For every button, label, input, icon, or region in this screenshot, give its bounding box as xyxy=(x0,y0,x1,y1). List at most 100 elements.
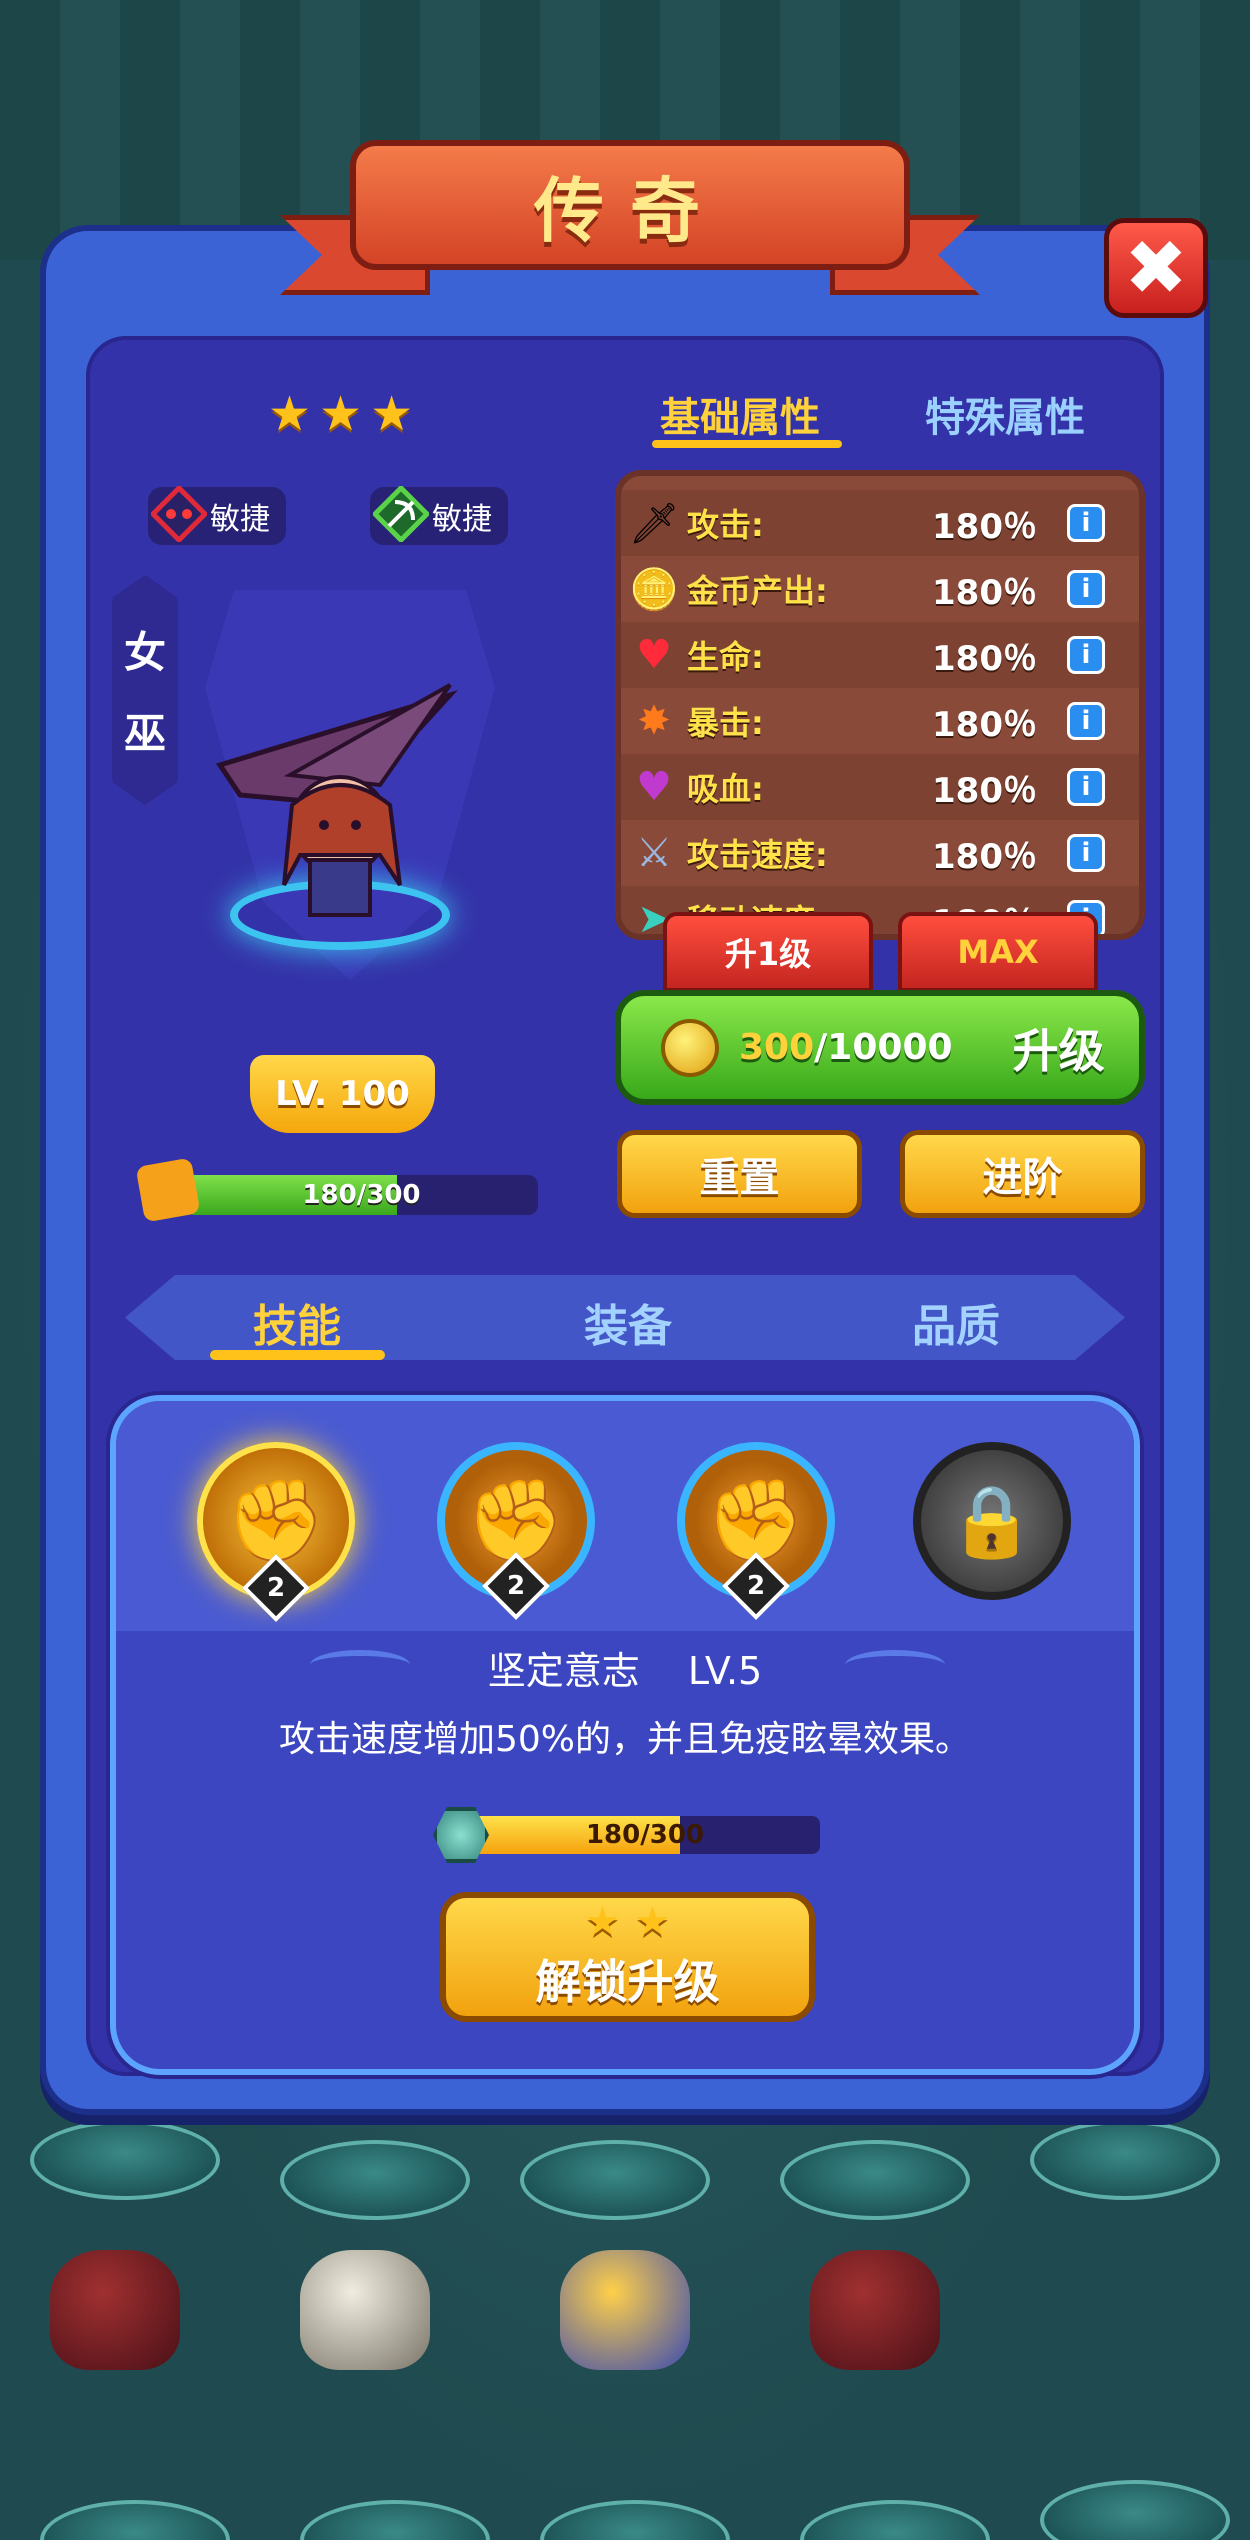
skill-level-text: 2 xyxy=(266,1573,286,1603)
witch-hero-portrait xyxy=(200,655,460,935)
unlock-stars: ★ ★ xyxy=(585,1902,671,1942)
skill-level-text: 2 xyxy=(746,1571,766,1601)
ribbon-band: 传奇 xyxy=(350,140,910,270)
active-tab-underline xyxy=(210,1350,385,1360)
hero-class-tag: 敏捷 xyxy=(148,486,286,545)
stat-value: 180％ xyxy=(932,638,1037,679)
info-button[interactable]: i xyxy=(1067,834,1105,872)
monster-sprite xyxy=(50,2250,180,2370)
upgrade-cost: 300/10000 xyxy=(739,1027,953,1068)
stat-label: 攻击: xyxy=(687,506,764,544)
sword-icon: 🗡 xyxy=(628,500,680,547)
monster-pedestal xyxy=(1030,2120,1220,2200)
stat-row-gold-output: 🪙 金币产出: 180％ i xyxy=(621,556,1139,622)
hero-class-tag: 敏捷 xyxy=(370,486,508,545)
attack-speed-icon: ⚔ xyxy=(636,830,672,876)
info-button[interactable]: i xyxy=(1067,570,1105,608)
tab-skills[interactable]: 技能 xyxy=(207,1290,387,1354)
skill-level-text: 2 xyxy=(506,1571,526,1601)
monster-pedestal xyxy=(280,2140,470,2220)
monster-pedestal xyxy=(40,2500,230,2540)
star-icon: ★ xyxy=(268,386,312,442)
stat-value: 180％ xyxy=(932,704,1037,745)
hero-name-char: 巫 xyxy=(123,709,166,758)
monster-sprite xyxy=(300,2250,430,2370)
monster-pedestal xyxy=(800,2500,990,2540)
stat-value: 180％ xyxy=(932,572,1037,613)
puzzle-piece-icon xyxy=(135,1157,201,1223)
stat-label: 金币产出: xyxy=(687,572,828,610)
info-button[interactable]: i xyxy=(1067,702,1105,740)
monster-pedestal xyxy=(300,2500,490,2540)
upgrade-button[interactable]: 300/10000 升级 xyxy=(615,990,1145,1105)
tab-special-attributes[interactable]: 特殊属性 xyxy=(925,385,1085,443)
tab-basic-attributes[interactable]: 基础属性 xyxy=(660,385,820,443)
demon-mask-icon xyxy=(148,483,210,545)
monster-pedestal xyxy=(540,2500,730,2540)
gold-coins-icon: 🪙 xyxy=(629,566,679,613)
reset-button[interactable]: 重置 xyxy=(617,1130,862,1218)
stat-row-attack: 🗡 攻击: 180％ i xyxy=(621,490,1139,556)
lock-icon: 🔒 xyxy=(948,1479,1036,1562)
stat-label: 生命: xyxy=(687,638,764,676)
hero-stars: ★ ★ ★ xyxy=(268,390,413,438)
close-icon: ✖ xyxy=(1124,223,1188,312)
skill-description: 攻击速度增加50%的，并且免疫眩晕效果。 xyxy=(278,1719,972,1760)
stat-label: 暴击: xyxy=(687,704,764,742)
hero-name: 女 巫 xyxy=(112,575,178,805)
rarity-title: 传奇 xyxy=(534,169,726,252)
star-icon: ★ xyxy=(319,386,363,442)
stat-value: 180％ xyxy=(932,506,1037,547)
upgrade-cost-current: 300 xyxy=(739,1027,815,1068)
upgrade-label: 升级 xyxy=(1012,1023,1105,1078)
hero-class-label: 敏捷 xyxy=(210,502,270,537)
stat-value: 180％ xyxy=(932,836,1037,877)
star-icon: ★ xyxy=(370,386,414,442)
hero-name-char: 女 xyxy=(123,628,166,677)
lifesteal-icon: ♥ xyxy=(636,764,672,810)
stat-row-attack-speed: ⚔ 攻击速度: 180％ i xyxy=(621,820,1139,886)
skill-name: 坚定意志 xyxy=(487,1649,640,1693)
info-button[interactable]: i xyxy=(1067,768,1105,806)
crit-icon: ✸ xyxy=(637,698,671,744)
tab-equipment[interactable]: 装备 xyxy=(538,1290,718,1354)
unlock-upgrade-button[interactable]: ★ ★ 解锁升级 xyxy=(440,1892,815,2022)
stat-label: 攻击速度: xyxy=(687,836,828,874)
upgrade-cost-total: /10000 xyxy=(814,1027,953,1068)
monster-sprite xyxy=(810,2250,940,2370)
bow-icon xyxy=(370,483,432,545)
skill-slot-1[interactable]: ✊ 2 xyxy=(197,1442,355,1622)
rarity-ribbon: 传奇 xyxy=(280,140,980,310)
monster-pedestal xyxy=(30,2120,220,2200)
skill-slot-4-locked[interactable]: 🔒 xyxy=(913,1442,1071,1600)
monster-pedestal xyxy=(780,2140,970,2220)
info-button[interactable]: i xyxy=(1067,636,1105,674)
active-tab-underline xyxy=(652,440,842,448)
star-icon: ★ xyxy=(584,1899,621,1945)
star-icon: ★ xyxy=(634,1899,671,1945)
skill-progress: 180/300 xyxy=(470,1816,820,1854)
close-button[interactable]: ✖ xyxy=(1104,218,1208,318)
tab-quality[interactable]: 品质 xyxy=(866,1290,1046,1354)
monster-pedestal xyxy=(520,2140,710,2220)
level-up-max-tab[interactable]: MAX xyxy=(898,912,1098,992)
heart-icon: ♥ xyxy=(636,632,672,678)
info-button[interactable]: i xyxy=(1067,504,1105,542)
stat-value: 180％ xyxy=(932,770,1037,811)
advance-button[interactable]: 进阶 xyxy=(900,1130,1145,1218)
level-up-one-tab[interactable]: 升1级 xyxy=(663,912,873,992)
stat-row-lifesteal: ♥ 吸血: 180％ i xyxy=(621,754,1139,820)
stat-row-crit: ✸ 暴击: 180％ i xyxy=(621,688,1139,754)
skill-slot-3[interactable]: ✊ 2 xyxy=(677,1442,835,1620)
monster-pedestal xyxy=(1040,2480,1230,2540)
stat-row-health: ♥ 生命: 180％ i xyxy=(621,622,1139,688)
hero-class-label: 敏捷 xyxy=(432,502,492,537)
skill-slot-2[interactable]: ✊ 2 xyxy=(437,1442,595,1620)
skill-level: LV.5 xyxy=(687,1649,763,1693)
stat-label: 吸血: xyxy=(687,770,764,808)
hero-fragment-progress: 180/300 xyxy=(185,1175,538,1215)
monster-sprite xyxy=(560,2250,690,2370)
hero-level-badge: LV. 100 xyxy=(250,1055,435,1133)
skill-title: 坚定意志 LV.5 xyxy=(300,1640,950,1695)
stats-list[interactable]: 🗡 攻击: 180％ i 🪙 金币产出: 180％ i ♥ 生命: 180％ i… xyxy=(615,470,1145,940)
